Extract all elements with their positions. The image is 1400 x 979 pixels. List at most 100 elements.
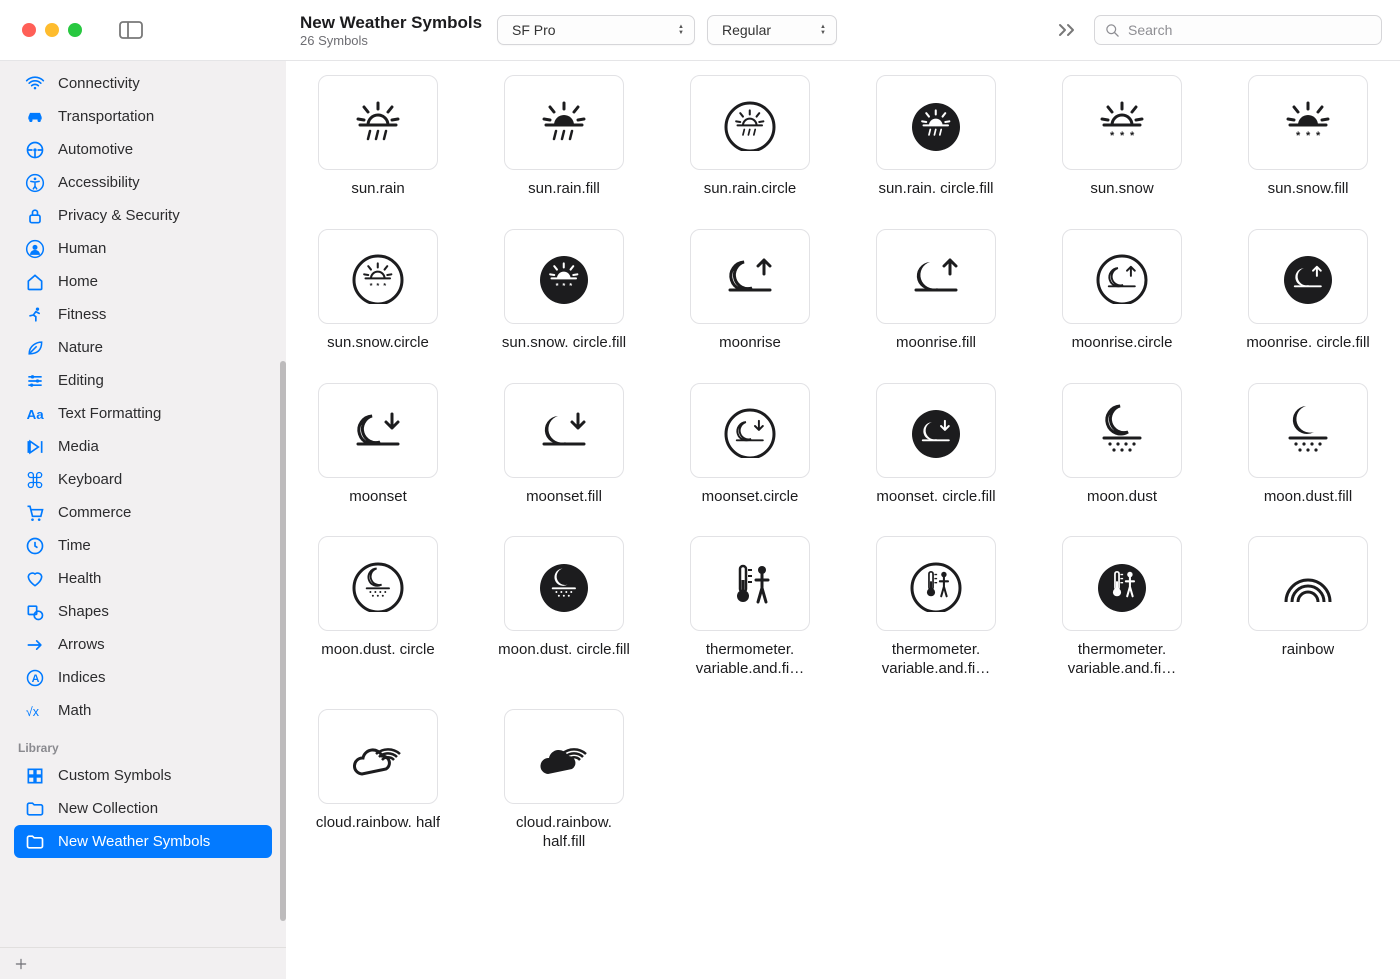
symbol-cell[interactable]: moonrise.circle [1054,229,1190,353]
sidebar-category-math[interactable]: Math [14,694,272,727]
symbol-cell[interactable]: moonset.fill [496,383,632,507]
symbol-cell[interactable]: moon.dust. circle [310,536,446,679]
sidebar-category-time[interactable]: Time [14,529,272,562]
symbol-cell[interactable]: sun.snow.circle [310,229,446,353]
sidebar-category-text-formatting[interactable]: Text Formatting [14,397,272,430]
symbol-cell[interactable]: thermometer. variable.and.fi… [682,536,818,679]
sidebar-item-label: Arrows [58,636,105,653]
sun-snow-circle-fill-icon [532,248,596,304]
sidebar-category-connectivity[interactable]: Connectivity [14,67,272,100]
zoom-window-button[interactable] [68,23,82,37]
wifi-icon [24,74,46,94]
symbol-cell[interactable]: rainbow [1240,536,1376,679]
symbol-cell[interactable]: sun.snow [1054,75,1190,199]
sidebar-category-health[interactable]: Health [14,562,272,595]
symbol-cell[interactable]: sun.rain [310,75,446,199]
symbol-tile[interactable] [690,383,810,478]
symbol-tile[interactable] [504,709,624,804]
sidebar-category-automotive[interactable]: Automotive [14,133,272,166]
sidebar-category-shapes[interactable]: Shapes [14,595,272,628]
symbol-tile[interactable] [1062,536,1182,631]
sidebar-category-human[interactable]: Human [14,232,272,265]
symbol-tile[interactable] [1248,229,1368,324]
symbol-name-label: moonrise [719,334,781,353]
sidebar-category-fitness[interactable]: Fitness [14,298,272,331]
symbol-name-label: moonset.circle [702,488,799,507]
overflow-button[interactable] [1054,23,1082,37]
symbol-cell[interactable]: thermometer. variable.and.fi… [868,536,1004,679]
symbol-cell[interactable]: moon.dust.fill [1240,383,1376,507]
search-field[interactable] [1094,15,1382,45]
symbol-name-label: sun.snow.fill [1268,180,1349,199]
symbol-tile[interactable] [876,75,996,170]
sidebar-library-custom-symbols[interactable]: Custom Symbols [14,759,272,792]
font-weight-select[interactable]: Regular ▲▼ [707,15,837,45]
close-window-button[interactable] [22,23,36,37]
symbol-cell[interactable]: moonset. circle.fill [868,383,1004,507]
symbol-tile[interactable] [318,383,438,478]
symbol-tile[interactable] [504,383,624,478]
symbol-cell[interactable]: moonrise [682,229,818,353]
sidebar-category-home[interactable]: Home [14,265,272,298]
symbol-tile[interactable] [318,229,438,324]
symbol-cell[interactable]: sun.snow.fill [1240,75,1376,199]
symbol-cell[interactable]: moon.dust. circle.fill [496,536,632,679]
symbol-tile[interactable] [1248,536,1368,631]
sidebar-category-keyboard[interactable]: Keyboard [14,463,272,496]
font-family-select[interactable]: SF Pro ▲▼ [497,15,695,45]
symbol-cell[interactable]: thermometer. variable.and.fi… [1054,536,1190,679]
sidebar-category-editing[interactable]: Editing [14,364,272,397]
symbol-tile[interactable] [1062,75,1182,170]
sliders-icon [24,371,46,391]
symbol-cell[interactable]: cloud.rainbow. half [310,709,446,852]
symbol-cell[interactable]: sun.rain.circle [682,75,818,199]
sidebar-category-nature[interactable]: Nature [14,331,272,364]
moonrise-circle-icon [1090,248,1154,304]
symbol-tile[interactable] [318,536,438,631]
sidebar-category-arrows[interactable]: Arrows [14,628,272,661]
sidebar-category-privacy-security[interactable]: Privacy & Security [14,199,272,232]
symbol-tile[interactable] [504,229,624,324]
sidebar-library-new-collection[interactable]: New Collection [14,792,272,825]
symbol-tile[interactable] [318,709,438,804]
symbol-cell[interactable]: sun.snow. circle.fill [496,229,632,353]
symbol-tile[interactable] [504,536,624,631]
search-input[interactable] [1128,22,1371,38]
toggle-sidebar-button[interactable] [118,20,144,40]
sidebar-category-media[interactable]: Media [14,430,272,463]
symbol-tile[interactable] [690,75,810,170]
minimize-window-button[interactable] [45,23,59,37]
sidebar-add-button[interactable] [0,947,286,979]
symbol-cell[interactable]: moonrise. circle.fill [1240,229,1376,353]
symbol-tile[interactable] [504,75,624,170]
symbol-tile[interactable] [876,383,996,478]
sidebar-library-new-weather-symbols[interactable]: New Weather Symbols [14,825,272,858]
symbol-tile[interactable] [1248,383,1368,478]
folder-icon [24,832,46,852]
sidebar-category-accessibility[interactable]: Accessibility [14,166,272,199]
symbol-cell[interactable]: moonrise.fill [868,229,1004,353]
cloud-rainbow-fill-icon [532,728,596,784]
symbol-tile[interactable] [876,229,996,324]
symbol-cell[interactable]: sun.rain.fill [496,75,632,199]
symbol-cell[interactable]: cloud.rainbow. half.fill [496,709,632,852]
symbol-tile[interactable] [1062,383,1182,478]
symbol-tile[interactable] [318,75,438,170]
math-icon [24,701,46,721]
sidebar-category-transportation[interactable]: Transportation [14,100,272,133]
symbol-tile[interactable] [690,229,810,324]
symbol-tile[interactable] [690,536,810,631]
sidebar-category-commerce[interactable]: Commerce [14,496,272,529]
symbol-tile[interactable] [876,536,996,631]
sidebar-category-indices[interactable]: Indices [14,661,272,694]
thermo-person-circle-icon [904,556,968,612]
symbol-cell[interactable]: sun.rain. circle.fill [868,75,1004,199]
symbol-tile[interactable] [1248,75,1368,170]
symbol-tile[interactable] [1062,229,1182,324]
titlebar-main: New Weather Symbols 26 Symbols SF Pro ▲▼… [286,3,1400,58]
plus-icon [14,957,28,971]
symbol-cell[interactable]: moonset [310,383,446,507]
symbol-cell[interactable]: moonset.circle [682,383,818,507]
sidebar-scrollbar[interactable] [280,361,286,921]
symbol-cell[interactable]: moon.dust [1054,383,1190,507]
